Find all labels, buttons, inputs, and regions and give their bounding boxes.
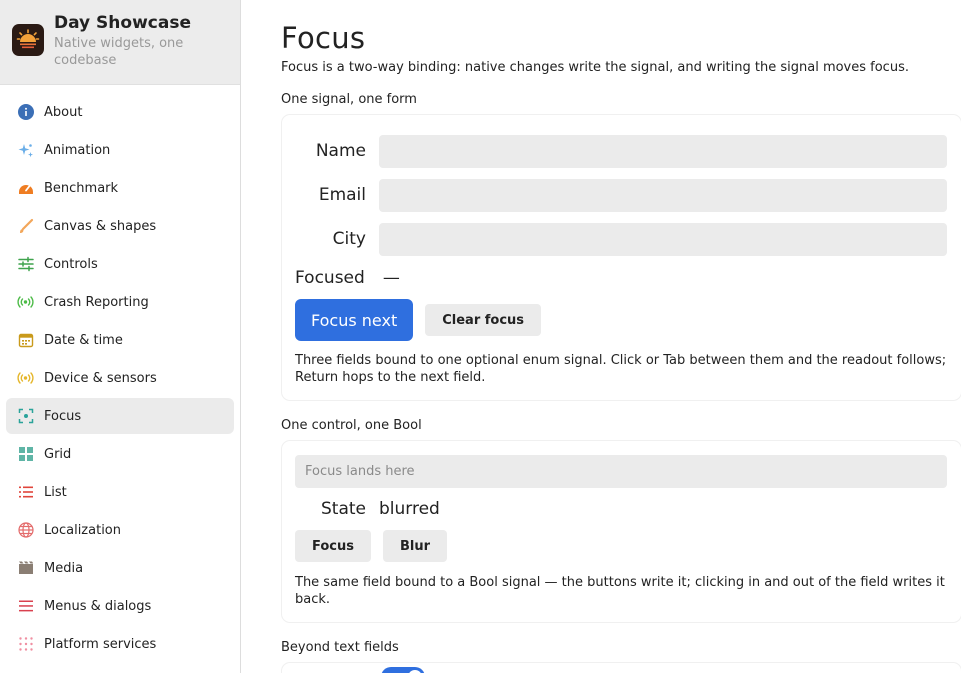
form-card: Name Email City Focused — Focus next Cle… (281, 114, 961, 401)
focused-label: Focused (295, 268, 365, 288)
bool-buttons: Focus Blur (295, 530, 948, 562)
sidebar-item-label: Animation (44, 142, 111, 158)
sidebar-item-label: About (44, 104, 83, 120)
sidebar-item-label: Grid (44, 446, 72, 462)
sidebar-item-platform-services[interactable]: Platform services (6, 626, 234, 662)
sidebar-item-focus[interactable]: Focus (6, 398, 234, 434)
sliders-icon (17, 256, 34, 273)
brush-icon (17, 218, 34, 235)
app-subtitle: Native widgets, one codebase (54, 36, 184, 68)
film-icon (17, 560, 34, 577)
sidebar-item-label: Localization (44, 522, 121, 538)
app-logo-icon (12, 24, 44, 56)
sensor-icon (17, 370, 34, 387)
broadcast-icon (17, 294, 34, 311)
sidebar-item-label: Platform services (44, 636, 157, 652)
sidebar-item-date-time[interactable]: Date & time (6, 322, 234, 358)
sidebar-item-label: Canvas & shapes (44, 218, 157, 234)
sidebar-item-label: Menus & dialogs (44, 598, 152, 614)
sidebar-item-label: Date & time (44, 332, 123, 348)
sidebar-item-label: Benchmark (44, 180, 119, 196)
sidebar-nav: About Animation Benchmark Canvas & shape… (0, 85, 240, 662)
calendar-icon (17, 332, 34, 349)
form-buttons: Focus next Clear focus (295, 299, 948, 341)
sidebar-item-about[interactable]: About (6, 94, 234, 130)
focus-target-field[interactable] (295, 455, 947, 488)
state-readout: State blurred (295, 490, 948, 528)
gauge-icon (17, 180, 34, 197)
sidebar-item-label: Device & sensors (44, 370, 157, 386)
sidebar-item-menus-dialogs[interactable]: Menus & dialogs (6, 588, 234, 624)
blur-button[interactable]: Blur (382, 530, 448, 562)
section-label-beyond: Beyond text fields (281, 640, 399, 655)
form-row-email: Email (295, 173, 948, 217)
form-help-text: Three fields bound to one optional enum … (295, 353, 947, 385)
name-label: Name (315, 141, 366, 161)
sidebar-item-label: Controls (44, 256, 98, 272)
grid-icon (17, 446, 34, 463)
app-title: Day Showcase (54, 13, 191, 33)
sidebar-item-controls[interactable]: Controls (6, 246, 234, 282)
list-icon (17, 484, 34, 501)
section-label-form: One signal, one form (281, 92, 417, 107)
sidebar-item-animation[interactable]: Animation (6, 132, 234, 168)
sidebar-item-localization[interactable]: Localization (6, 512, 234, 548)
app-header: Day Showcase Native widgets, one codebas… (0, 0, 240, 85)
focused-value: — (382, 268, 400, 288)
sidebar-item-label: Crash Reporting (44, 294, 149, 310)
page-title: Focus (281, 21, 366, 55)
info-icon (17, 104, 34, 121)
city-field[interactable] (379, 222, 947, 256)
sparkle-icon (17, 142, 34, 159)
email-field[interactable] (379, 178, 947, 212)
focus-next-button[interactable]: Focus next (295, 299, 414, 341)
sidebar-item-crash-reporting[interactable]: Crash Reporting (6, 284, 234, 320)
sidebar-item-label: List (44, 484, 67, 500)
page-description: Focus is a two-way binding: native chang… (281, 60, 909, 75)
sidebar-item-device-sensors[interactable]: Device & sensors (6, 360, 234, 396)
bool-help-text: The same field bound to a Bool signal — … (295, 575, 945, 607)
section-label-bool: One control, one Bool (281, 418, 422, 433)
form-row-city: City (295, 217, 948, 261)
main-content: Focus Focus is a two-way binding: native… (241, 0, 961, 673)
sidebar-item-grid[interactable]: Grid (6, 436, 234, 472)
menu-icon (17, 598, 34, 615)
globe-icon (17, 522, 34, 539)
sidebar-item-label: Focus (44, 408, 82, 424)
sidebar-item-list[interactable]: List (6, 474, 234, 510)
sidebar: Day Showcase Native widgets, one codebas… (0, 0, 241, 673)
focused-readout: Focused — (295, 263, 948, 293)
sidebar-item-label: Media (44, 560, 84, 576)
bool-card: State blurred Focus Blur The same field … (281, 440, 961, 623)
dots-grid-icon (17, 636, 34, 653)
email-label: Email (318, 185, 366, 205)
focus-button[interactable]: Focus (295, 530, 371, 562)
app-window: Day Showcase Native widgets, one codebas… (0, 0, 961, 673)
clear-focus-button[interactable]: Clear focus (425, 304, 542, 336)
sidebar-item-media[interactable]: Media (6, 550, 234, 586)
focus-icon (17, 408, 34, 425)
toggle-switch[interactable] (381, 667, 425, 673)
sidebar-item-benchmark[interactable]: Benchmark (6, 170, 234, 206)
state-label: State (321, 499, 366, 519)
sidebar-item-canvas-shapes[interactable]: Canvas & shapes (6, 208, 234, 244)
city-label: City (332, 229, 366, 249)
form-row-name: Name (295, 129, 948, 173)
name-field[interactable] (379, 134, 947, 168)
state-value: blurred (379, 499, 440, 519)
